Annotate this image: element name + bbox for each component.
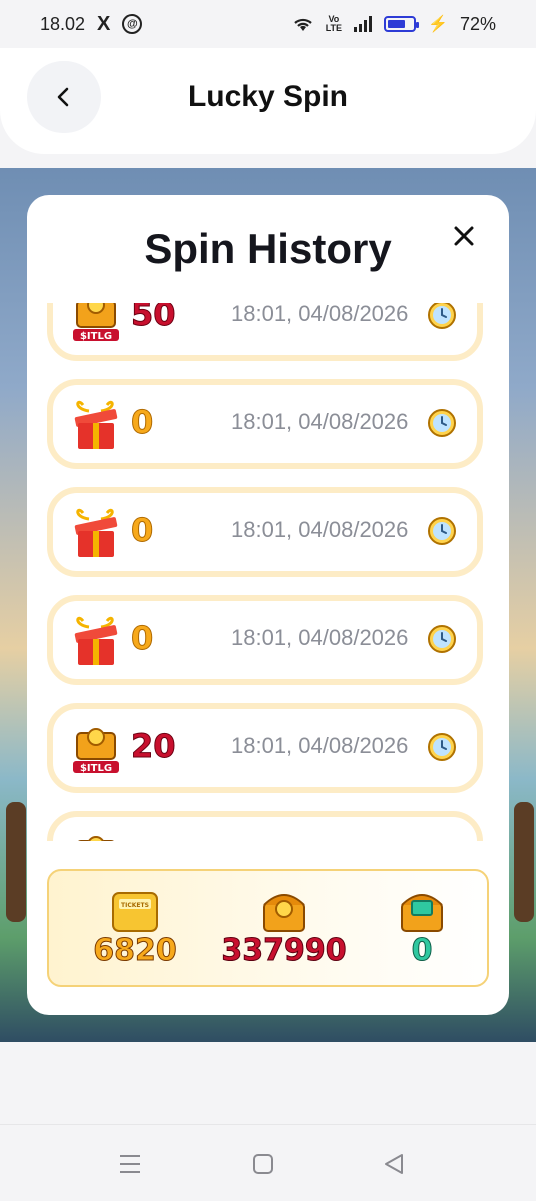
close-icon[interactable]: [451, 223, 477, 249]
list-item: 0 18:01, 04/08/2026: [47, 595, 483, 685]
home-icon[interactable]: [251, 1153, 275, 1175]
spin-amount: 50: [131, 303, 177, 334]
gem-balance: 0: [389, 885, 455, 969]
list-item: [47, 811, 483, 841]
battery-percent: 72%: [459, 13, 496, 34]
ticket-count: 6820: [93, 933, 178, 969]
spin-time: 18:01, 04/08/2026: [231, 303, 409, 326]
gift-box-icon: [74, 400, 118, 449]
balance-bar: TICKETS 6820 337990 0: [47, 869, 489, 987]
status-bar: 18.02 X @ Vo LTE ⚡ 72%: [0, 0, 536, 48]
list-item: 0 18:01, 04/08/2026: [47, 379, 483, 469]
battery-icon: [384, 16, 420, 32]
spin-history-modal: Spin History $ITLG 50 18:01, 04/08/2026: [27, 195, 509, 1015]
wifi-icon: [293, 18, 312, 31]
alarm-clock-icon: [428, 517, 456, 545]
svg-text:$ITLG: $ITLG: [80, 763, 112, 774]
spin-amount: 20: [131, 727, 177, 766]
page-title: Lucky Spin: [187, 80, 349, 113]
gift-box-icon: [74, 508, 118, 557]
ticket-balance: TICKETS 6820: [87, 885, 183, 969]
itlg-chest-icon: [78, 836, 114, 841]
spin-time: 18:01, 04/08/2026: [231, 517, 409, 542]
spin-amount: 0: [130, 619, 154, 658]
app-header: Lucky Spin: [0, 48, 536, 154]
list-item: 0 18:01, 04/08/2026: [47, 487, 483, 577]
system-nav-bar: [0, 1124, 536, 1201]
gift-box-icon: [74, 616, 118, 665]
gem-chest-icon: [401, 894, 443, 932]
menu-icon[interactable]: [118, 1153, 142, 1175]
alarm-clock-icon: [428, 625, 456, 653]
signal-icon: [354, 16, 373, 32]
itlg-chest-icon: [263, 894, 305, 932]
coin-balance: 337990: [209, 885, 359, 969]
itlg-chest-icon: $ITLG: [73, 303, 119, 342]
ticket-icon: TICKETS: [112, 892, 158, 932]
spin-time: 18:01, 04/08/2026: [231, 409, 409, 434]
alarm-clock-icon: [428, 409, 456, 437]
spin-amount: 0: [130, 511, 154, 550]
svg-text:$ITLG: $ITLG: [80, 331, 112, 342]
spin-amount: 0: [130, 403, 154, 442]
spin-history-list[interactable]: $ITLG 50 18:01, 04/08/2026 0 18:01, 04/0…: [47, 303, 489, 841]
list-item: $ITLG 50 18:01, 04/08/2026: [47, 303, 483, 361]
gem-count: 0: [411, 933, 433, 969]
alarm-clock-icon: [428, 303, 456, 329]
palm-tree-decoration: [514, 802, 534, 922]
app-notification-icon: @: [122, 14, 143, 34]
back-nav-icon[interactable]: [382, 1153, 406, 1175]
modal-title: Spin History: [144, 225, 392, 272]
status-time: 18.02: [40, 13, 86, 34]
spin-time: 18:01, 04/08/2026: [231, 733, 409, 758]
spin-time: 18:01, 04/08/2026: [231, 625, 409, 650]
palm-tree-decoration: [6, 802, 26, 922]
list-item: $ITLG 20 18:01, 04/08/2026: [47, 703, 483, 793]
svg-text:TICKETS: TICKETS: [121, 902, 149, 909]
x-logo-icon: X: [97, 12, 111, 35]
coin-count: 337990: [221, 933, 347, 969]
alarm-clock-icon: [428, 733, 456, 761]
itlg-chest-icon: $ITLG: [73, 728, 119, 774]
volte-icon: Vo LTE: [325, 14, 343, 33]
charging-icon: ⚡: [428, 16, 448, 33]
